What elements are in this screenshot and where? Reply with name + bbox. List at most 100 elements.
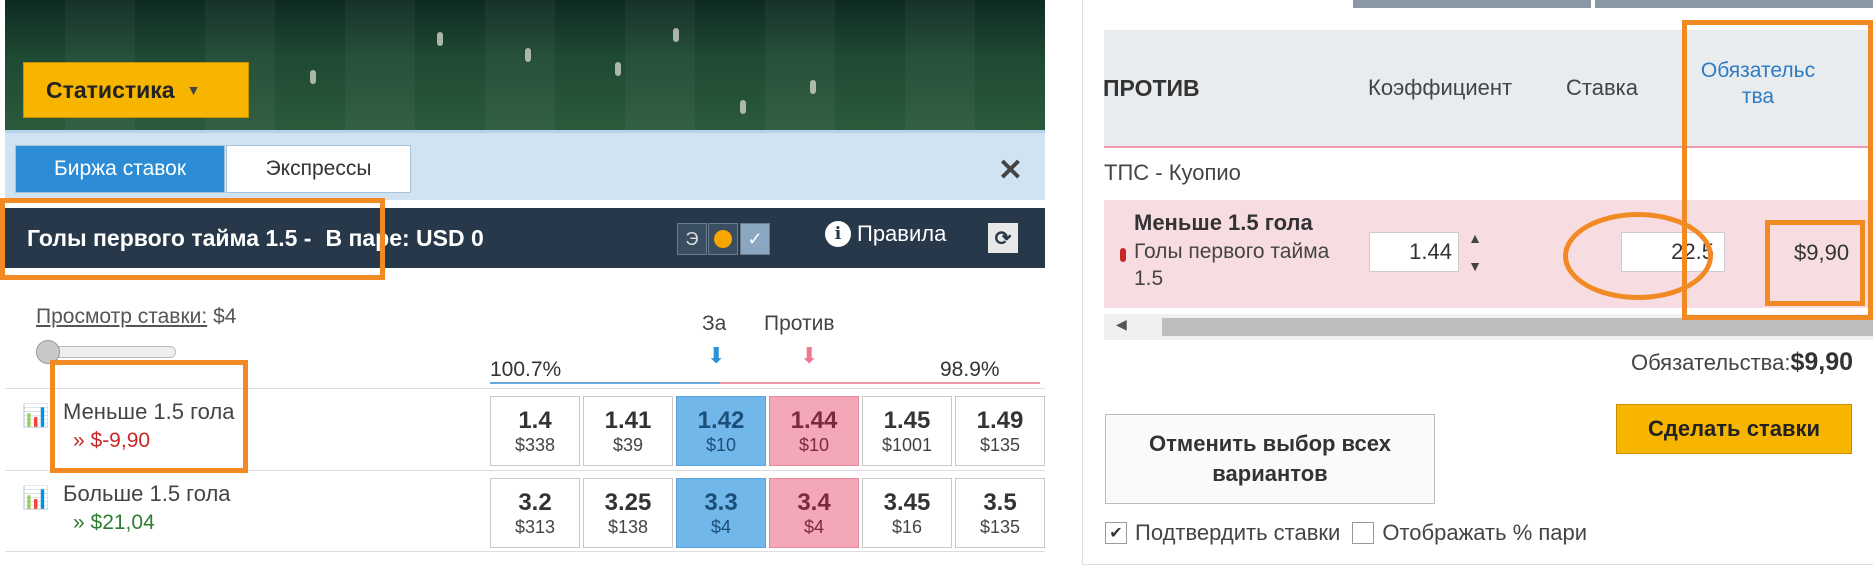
odds-size: $138 xyxy=(607,516,649,537)
odds-price: 1.44 xyxy=(790,406,838,434)
odds-price: 3.3 xyxy=(704,488,738,516)
odds-ladder: 3.2 $313 3.25 $138 3.3 $4 3.4 $4 3.45 $16 3.5… xyxy=(490,478,1048,548)
orange-dot-icon xyxy=(714,230,732,248)
lay-column-label: Против xyxy=(764,312,835,335)
info-icon: i xyxy=(825,221,851,247)
scrollbar-thumb[interactable] xyxy=(1162,318,1873,336)
refresh-icon[interactable]: ⟳ xyxy=(988,223,1018,253)
bet-slip-tab-strip[interactable] xyxy=(1353,0,1591,8)
confirm-bets-label[interactable]: Подтвердить ставки xyxy=(1135,520,1340,546)
back-column-label: За xyxy=(702,312,727,335)
confirm-bets-checkbox[interactable]: ✔ xyxy=(1105,522,1127,544)
odds-stepper[interactable]: ▲ ▼ xyxy=(1464,230,1486,274)
view-mode-dot-button[interactable] xyxy=(708,223,738,255)
lay-book-percentage: 98.9% xyxy=(940,358,1000,381)
odds-size: $4 xyxy=(710,516,732,537)
odds-size: $4 xyxy=(803,516,825,537)
odds-price: 1.4 xyxy=(518,406,552,434)
odds-cell-lay-2[interactable]: 1.45 $1001 xyxy=(862,396,952,466)
total-liability-label: Обязательства: xyxy=(1630,350,1791,375)
odds-cell-lay-3[interactable]: 3.5 $135 xyxy=(955,478,1045,548)
place-bets-button[interactable]: Сделать ставки xyxy=(1616,404,1852,454)
chevron-down-icon[interactable]: ▼ xyxy=(1468,258,1482,274)
liability-column-header[interactable]: Обязательс тва xyxy=(1693,58,1823,111)
total-liability: Обязательства:$9,90 xyxy=(1631,348,1853,377)
statistics-dropdown-button[interactable]: Статистика ▼ xyxy=(23,62,249,118)
tab-accumulators[interactable]: Экспрессы xyxy=(226,145,411,193)
odds-price: 3.45 xyxy=(883,488,931,516)
bet-preview-value: $4 xyxy=(213,305,237,328)
odds-cell-back-3[interactable]: 3.2 $313 xyxy=(490,478,580,548)
odds-input[interactable]: 1.44 xyxy=(1369,232,1459,272)
event-name: ТПС - Куопио xyxy=(1104,160,1241,185)
stake-input[interactable]: 22.5 xyxy=(1621,232,1725,272)
market-header: Голы первого тайма 1.5 - В паре: USD 0 Э… xyxy=(5,208,1045,268)
market-title: Голы первого тайма 1.5 - xyxy=(27,224,312,251)
scroll-left-icon[interactable]: ◀ xyxy=(1116,316,1127,333)
show-percent-option: Отображать % пари xyxy=(1352,520,1587,546)
odds-size: $313 xyxy=(514,516,556,537)
runner-name: Меньше 1.5 гола xyxy=(63,399,235,424)
close-icon[interactable]: ✕ xyxy=(998,153,1023,188)
odds-price: 3.5 xyxy=(983,488,1017,516)
rules-link[interactable]: i Правила xyxy=(825,221,946,247)
odds-size: $39 xyxy=(612,434,644,455)
show-percent-label[interactable]: Отображать % пари xyxy=(1382,520,1587,546)
odds-column-header: Коэффициент xyxy=(1368,75,1513,100)
bet-liability: $9,90 xyxy=(1794,240,1850,265)
bet-slip-row: Меньше 1.5 гола Голы первого тайма 1.5 1… xyxy=(1104,200,1873,308)
odds-size: $16 xyxy=(891,516,923,537)
view-mode-e-button[interactable]: Э xyxy=(677,223,707,255)
slider-thumb[interactable] xyxy=(36,340,60,364)
show-percent-checkbox[interactable] xyxy=(1352,522,1375,544)
tab-bet-exchange[interactable]: Биржа ставок xyxy=(15,145,225,193)
odds-price: 3.2 xyxy=(518,488,552,516)
chart-icon[interactable]: 📊 xyxy=(22,403,49,429)
back-book-percentage: 100.7% xyxy=(490,358,720,384)
bet-selection: Меньше 1.5 гола xyxy=(1134,210,1313,235)
odds-price: 3.4 xyxy=(797,488,831,516)
exchange-panel: Статистика ▼ Биржа ставок Экспрессы ✕ Го… xyxy=(0,0,1045,587)
bet-market: Голы первого тайма 1.5 xyxy=(1134,240,1330,291)
caret-down-icon: ▼ xyxy=(186,82,201,98)
odds-price: 1.42 xyxy=(697,406,745,434)
odds-size: $10 xyxy=(798,434,830,455)
runner-row: 📊 Меньше 1.5 гола » $-9,90 1.4 $338 1.41 $… xyxy=(5,388,1045,470)
matched-amount: В паре: USD 0 xyxy=(325,224,484,251)
odds-cell-lay-2[interactable]: 3.45 $16 xyxy=(862,478,952,548)
bet-options: ✔ Подтвердить ставки Отображать % пари xyxy=(1105,520,1587,546)
odds-cell-back-best[interactable]: 3.3 $4 xyxy=(676,478,766,548)
odds-size: $135 xyxy=(979,434,1021,455)
odds-size: $338 xyxy=(514,434,556,455)
odds-cell-back-3[interactable]: 1.4 $338 xyxy=(490,396,580,466)
bet-slip-panel: ПРОТИВ Коэффициент Ставка Обязательс тва… xyxy=(1082,0,1873,565)
odds-cell-back-best[interactable]: 1.42 $10 xyxy=(676,396,766,466)
odds-cell-back-2[interactable]: 1.41 $39 xyxy=(583,396,673,466)
odds-cell-back-2[interactable]: 3.25 $138 xyxy=(583,478,673,548)
odds-cell-lay-3[interactable]: 1.49 $135 xyxy=(955,396,1045,466)
odds-cell-lay-best[interactable]: 1.44 $10 xyxy=(769,396,859,466)
bet-preview-label[interactable]: Просмотр ставки: xyxy=(36,305,207,328)
view-mode-check-button[interactable]: ✓ xyxy=(740,223,770,255)
bet-preview: Просмотр ставки: $4 xyxy=(36,305,236,329)
odds-price: 3.25 xyxy=(604,488,652,516)
odds-ladder: 1.4 $338 1.41 $39 1.42 $10 1.44 $10 1.45 $100… xyxy=(490,396,1048,466)
lay-section-title: ПРОТИВ xyxy=(1103,75,1200,101)
cancel-all-selections-button[interactable]: Отменить выбор всех вариантов xyxy=(1105,414,1435,504)
bet-slip-tab-strip[interactable] xyxy=(1595,0,1873,8)
stake-column-header: Ставка xyxy=(1566,75,1638,100)
rules-label: Правила xyxy=(857,221,947,246)
chart-icon[interactable]: 📊 xyxy=(22,485,49,511)
chevron-up-icon[interactable]: ▲ xyxy=(1468,230,1482,246)
runner-profit-loss: » $-9,90 xyxy=(73,429,151,452)
horizontal-scrollbar[interactable]: ◀ xyxy=(1104,314,1873,340)
odds-cell-lay-best[interactable]: 3.4 $4 xyxy=(769,478,859,548)
odds-price: 1.41 xyxy=(604,406,652,434)
lay-divider xyxy=(720,382,1040,384)
odds-size: $10 xyxy=(705,434,737,455)
odds-price: 1.45 xyxy=(883,406,931,434)
runner-name: Больше 1.5 гола xyxy=(63,481,231,506)
remove-bet-marker[interactable] xyxy=(1120,248,1126,262)
total-liability-value: $9,90 xyxy=(1790,348,1853,376)
odds-size: $1001 xyxy=(881,434,933,455)
